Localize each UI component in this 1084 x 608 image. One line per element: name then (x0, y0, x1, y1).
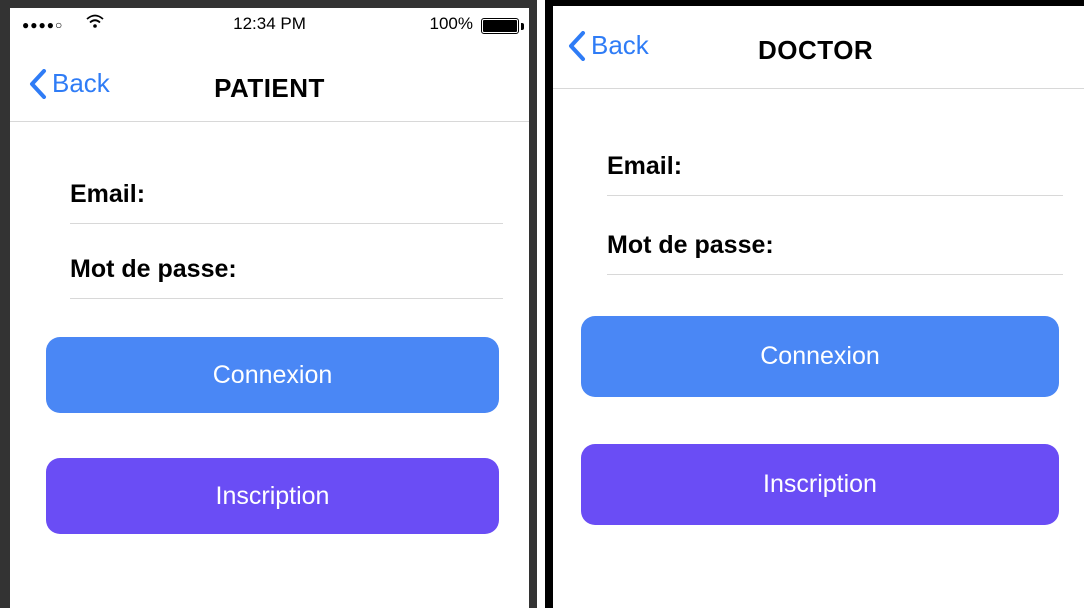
chevron-left-icon (569, 30, 585, 61)
page-title: DOCTOR (758, 35, 874, 65)
inscription-button[interactable]: Inscription (581, 444, 1059, 525)
back-label: Back (591, 30, 649, 60)
patient-nav-bar: Back PATIENT (10, 46, 529, 122)
patient-screen: ●●●●○ 12:34 PM 100% Back PATIENT Email: … (0, 0, 537, 608)
doctor-nav-bar: Back DOCTOR (553, 6, 1084, 89)
screen-divider (537, 0, 545, 608)
status-bar: ●●●●○ 12:34 PM 100% (10, 8, 529, 46)
battery-icon (481, 18, 519, 34)
password-input[interactable] (70, 224, 503, 298)
back-button[interactable]: Back (567, 30, 649, 61)
password-field[interactable]: Mot de passe: (70, 224, 503, 299)
page-title: PATIENT (214, 73, 325, 103)
email-field[interactable]: Email: (607, 126, 1063, 196)
password-input[interactable] (607, 196, 1063, 274)
battery-percentage: 100% (429, 14, 473, 33)
email-input[interactable] (70, 154, 503, 223)
email-field[interactable]: Email: (70, 154, 503, 224)
connexion-button[interactable]: Connexion (46, 337, 499, 413)
connexion-button[interactable]: Connexion (581, 316, 1059, 397)
password-field[interactable]: Mot de passe: (607, 196, 1063, 275)
doctor-screen: Back DOCTOR Email: Mot de passe: Connexi… (545, 0, 1084, 608)
battery-tip (521, 23, 524, 30)
email-input[interactable] (607, 126, 1063, 195)
inscription-button[interactable]: Inscription (46, 458, 499, 534)
